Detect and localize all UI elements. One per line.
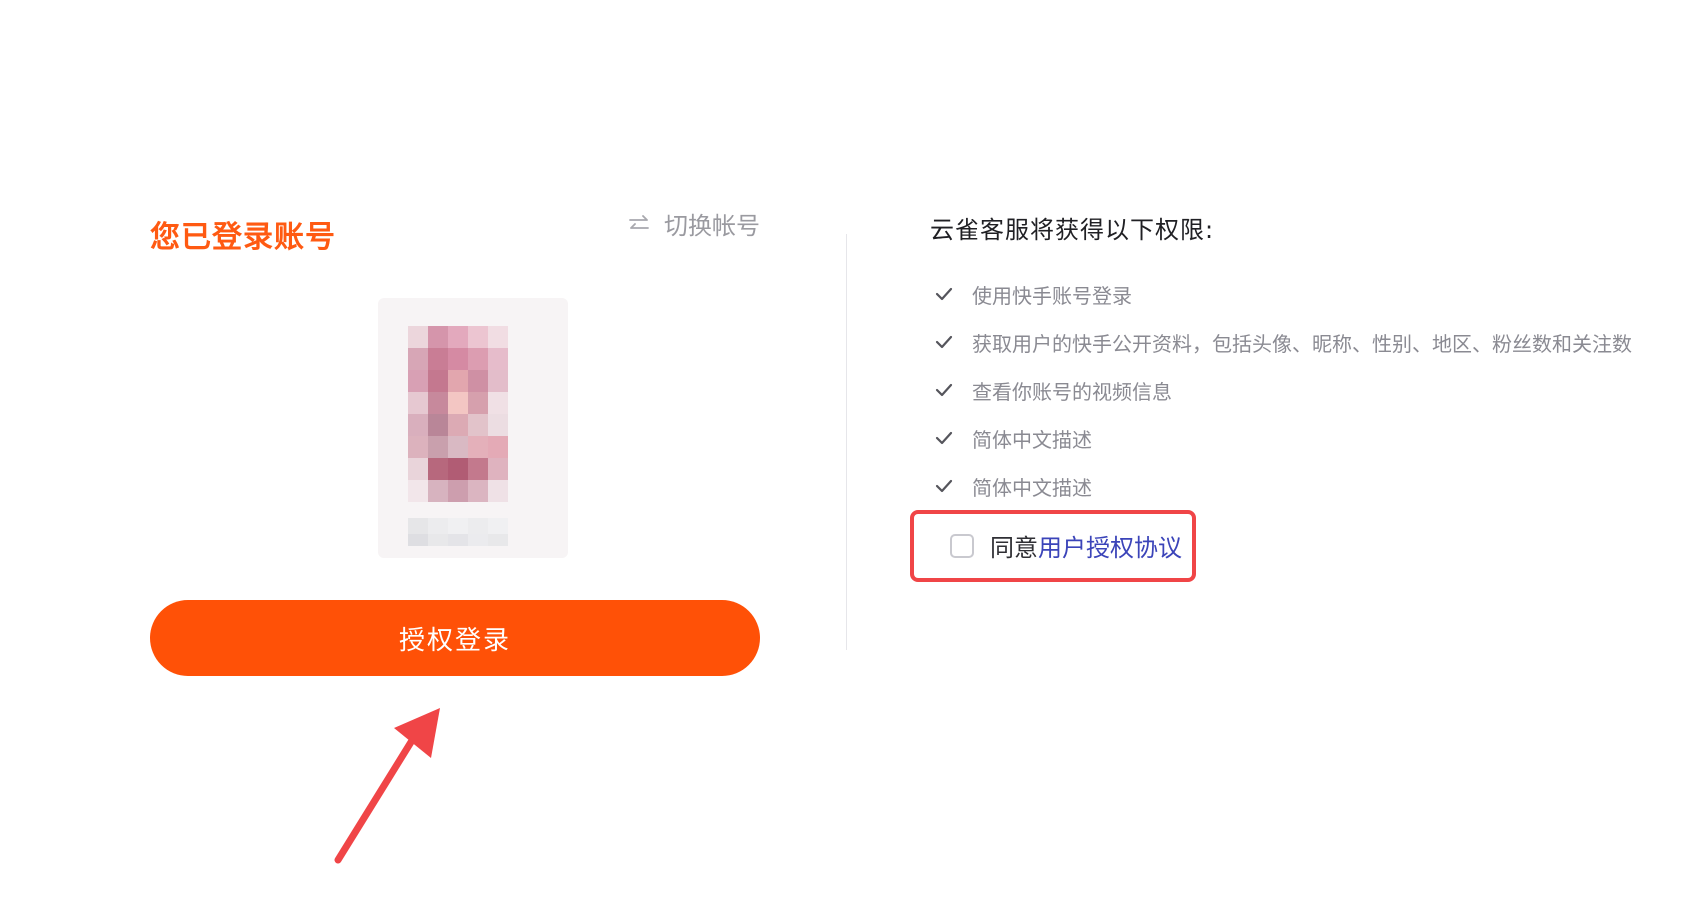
user-agreement-link[interactable]: 用户授权协议 [1038, 528, 1182, 563]
agreement-checkbox[interactable] [950, 533, 974, 558]
permission-item: 查看你账号的视频信息 [934, 366, 1632, 414]
permission-item: 简体中文描述 [934, 414, 1632, 462]
permission-item: 使用快手账号登录 [934, 270, 1632, 318]
check-icon [935, 335, 953, 349]
check-icon [935, 431, 953, 445]
account-panel: 您已登录账号 切换帐号 授权登录 [150, 200, 760, 680]
permission-label: 简体中文描述 [972, 475, 1092, 500]
permission-label: 使用快手账号登录 [972, 283, 1132, 308]
logged-in-title: 您已登录账号 [150, 220, 336, 255]
agreement-prefix: 同意 [990, 534, 1038, 562]
agreement-row: 同意 用户授权协议 [950, 528, 1182, 563]
check-icon [935, 383, 953, 397]
divider [846, 234, 847, 650]
permissions-panel: 云雀客服将获得以下权限: 使用快手账号登录 获取用户的快手公开资料，包括头像、昵… [910, 200, 1690, 600]
permission-list: 使用快手账号登录 获取用户的快手公开资料，包括头像、昵称、性别、地区、粉丝数和关… [934, 270, 1632, 510]
authorization-page: 您已登录账号 切换帐号 授权登录 云雀客服将获得以下权限: 使用快手账号登录 获… [0, 0, 1702, 924]
authorize-login-button[interactable]: 授权登录 [150, 600, 760, 676]
permissions-title: 云雀客服将获得以下权限: [930, 216, 1215, 244]
check-icon [935, 287, 953, 301]
red-arrow-icon [334, 708, 440, 864]
switch-account-button[interactable]: 切换帐号 [628, 206, 760, 241]
permission-label: 查看你账号的视频信息 [972, 379, 1172, 404]
switch-account-label: 切换帐号 [664, 212, 760, 240]
permission-item: 获取用户的快手公开资料，包括头像、昵称、性别、地区、粉丝数和关注数 [934, 318, 1632, 366]
permission-label: 简体中文描述 [972, 427, 1092, 452]
permission-label: 获取用户的快手公开资料，包括头像、昵称、性别、地区、粉丝数和关注数 [972, 331, 1632, 356]
permission-item: 简体中文描述 [934, 462, 1632, 510]
check-icon [935, 479, 953, 493]
swap-arrows-icon [629, 214, 649, 229]
avatar [378, 298, 568, 558]
